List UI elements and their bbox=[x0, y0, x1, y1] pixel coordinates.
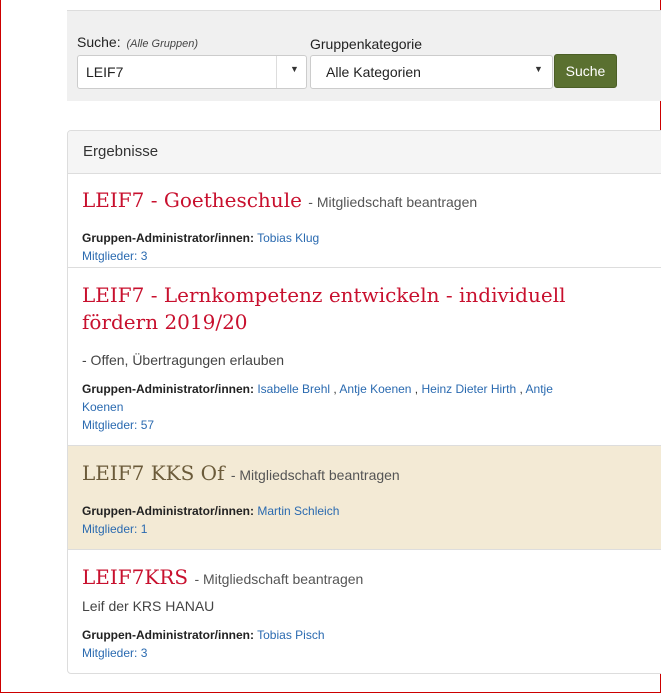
admin-link[interactable]: Heinz Dieter Hirth bbox=[421, 382, 516, 396]
group-status: - Mitgliedschaft beantragen bbox=[194, 571, 364, 587]
admin-label: Gruppen-Administrator/innen: bbox=[82, 628, 254, 642]
admin-label: Gruppen-Administrator/innen: bbox=[82, 231, 254, 245]
admin-label: Gruppen-Administrator/innen: bbox=[82, 382, 254, 396]
admin-link[interactable]: Isabelle Brehl bbox=[257, 382, 330, 396]
category-label: Gruppenkategorie bbox=[310, 36, 423, 52]
group-status: - Mitgliedschaft beantragen bbox=[308, 194, 478, 210]
group-title-link[interactable]: LEIF7KRS bbox=[82, 565, 188, 589]
caret-down-icon[interactable]: ▼ bbox=[290, 64, 299, 74]
members-count[interactable]: Mitglieder: 3 bbox=[82, 646, 147, 660]
results-heading-text: Ergebnisse bbox=[83, 143, 159, 160]
admin-link[interactable]: Antje Koenen bbox=[339, 382, 411, 396]
group-title-link[interactable]: LEIF7 - Goetheschule bbox=[82, 188, 302, 212]
category-select[interactable]: Alle Kategorien ▼ bbox=[310, 55, 553, 89]
group-admins: Gruppen-Administrator/innen: Isabelle Br… bbox=[82, 382, 553, 414]
admin-link[interactable]: Tobias Klug bbox=[257, 231, 319, 245]
group-title: LEIF7KRS - Mitgliedschaft beantragen bbox=[82, 564, 592, 593]
search-select-divider bbox=[276, 56, 277, 88]
results-heading: Ergebnisse bbox=[68, 131, 661, 174]
caret-down-icon: ▼ bbox=[534, 64, 543, 74]
results-panel: Ergebnisse LEIF7 - Goetheschule - Mitgli… bbox=[67, 130, 661, 674]
group-admins: Gruppen-Administrator/innen: Martin Schl… bbox=[82, 502, 592, 520]
group-title[interactable]: LEIF7 - Lernkompetenz entwickeln - indiv… bbox=[82, 282, 592, 336]
list-item: LEIF7 KKS Of - Mitgliedschaft beantragen… bbox=[68, 446, 661, 550]
admin-link[interactable]: Tobias Pisch bbox=[257, 628, 324, 642]
members-count[interactable]: Mitglieder: 3 bbox=[82, 249, 147, 263]
list-item: LEIF7 - Lernkompetenz entwickeln - indiv… bbox=[68, 268, 661, 446]
search-input[interactable]: LEIF7 ▼ bbox=[77, 55, 307, 89]
group-title: LEIF7 - Goetheschule - Mitgliedschaft be… bbox=[82, 187, 592, 216]
list-item: LEIF7 - Goetheschule - Mitgliedschaft be… bbox=[68, 173, 661, 268]
search-panel: Suche: (Alle Gruppen) LEIF7 ▼ Gruppenkat… bbox=[67, 10, 661, 101]
group-description: Leif der KRS HANAU bbox=[82, 598, 215, 614]
search-scope-hint: (Alle Gruppen) bbox=[126, 38, 199, 50]
group-title-link[interactable]: LEIF7 KKS Of bbox=[82, 461, 224, 485]
search-button[interactable]: Suche bbox=[554, 54, 617, 88]
group-title: LEIF7 KKS Of - Mitgliedschaft beantragen bbox=[82, 460, 592, 489]
admin-label: Gruppen-Administrator/innen: bbox=[82, 504, 254, 518]
members-count[interactable]: Mitglieder: 1 bbox=[82, 522, 147, 536]
group-status: - Offen, Übertragungen erlauben bbox=[82, 352, 285, 368]
group-status: - Mitgliedschaft beantragen bbox=[230, 467, 400, 483]
search-label: Suche: (Alle Gruppen) bbox=[77, 34, 198, 50]
category-value: Alle Kategorien bbox=[326, 64, 421, 80]
group-admins: Gruppen-Administrator/innen: Tobias Klug bbox=[82, 229, 592, 247]
group-admins: Gruppen-Administrator/innen: Tobias Pisc… bbox=[82, 626, 592, 644]
search-value: LEIF7 bbox=[86, 64, 124, 80]
list-item: LEIF7KRS - Mitgliedschaft beantragen Lei… bbox=[68, 550, 661, 673]
search-label-text: Suche: bbox=[77, 34, 121, 50]
admin-link[interactable]: Martin Schleich bbox=[257, 504, 339, 518]
members-count[interactable]: Mitglieder: 57 bbox=[82, 418, 154, 432]
